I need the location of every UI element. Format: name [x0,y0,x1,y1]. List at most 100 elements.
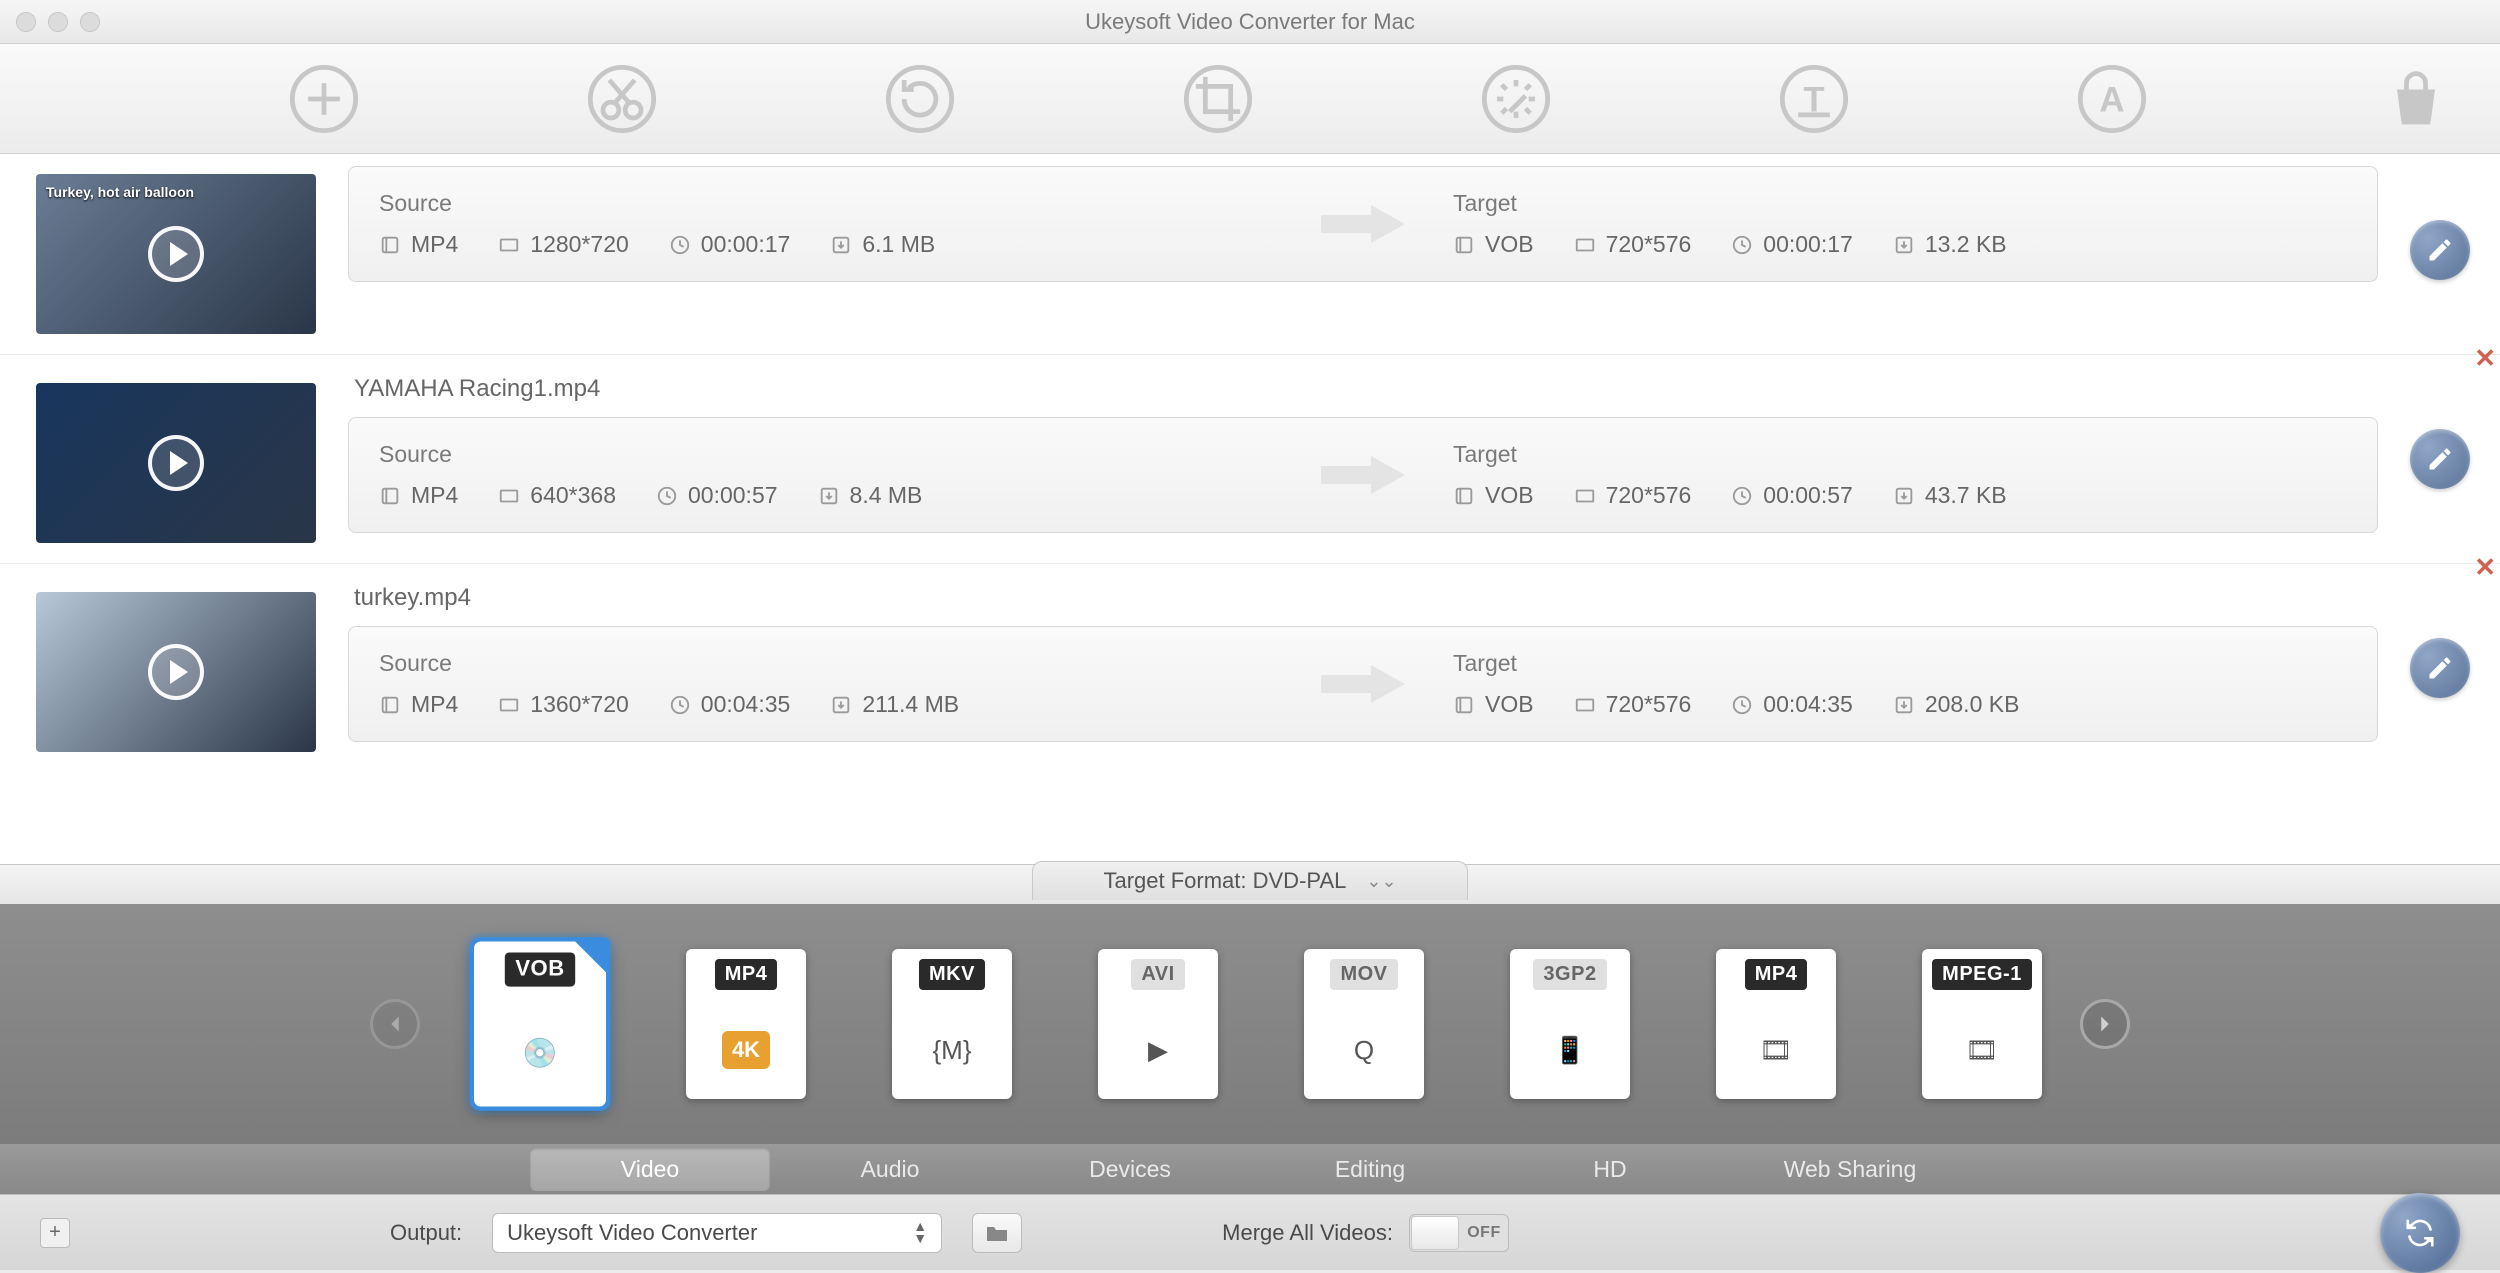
target-format-bar: Target Format: DVD-PAL ⌄⌄ [0,864,2500,904]
format-mkv[interactable]: MKV {M} [892,949,1012,1099]
category-web-sharing[interactable]: Web Sharing [1730,1148,1970,1191]
resolution-spec: 720*576 [1574,231,1692,258]
format-3gp2[interactable]: 3GP2 📱 [1510,949,1630,1099]
format-mp4[interactable]: MP4 4K [686,949,806,1099]
watermark-button[interactable]: T [1770,55,1858,143]
close-window-icon[interactable] [16,12,36,32]
format-spec: MP4 [379,231,458,258]
format-icon: ▶ [1123,1015,1193,1085]
category-hd[interactable]: HD [1490,1148,1730,1191]
video-thumbnail[interactable]: Turkey, hot air balloon [36,174,316,334]
file-row: Turkey, hot air balloon Source MP4 1280*… [0,154,2500,354]
conversion-panel: Source MP4 640*368 00:00:57 8.4 MB Targe… [348,417,2378,533]
trim-button[interactable] [578,55,666,143]
svg-text:A: A [2099,80,2124,119]
add-small-button[interactable]: + [40,1218,70,1248]
arrow-icon [1303,627,1423,741]
format-icon: {M} [917,1015,987,1085]
target-label: Target [1453,190,2347,217]
duration-spec: 00:00:57 [1731,482,1853,509]
folder-icon [985,1223,1009,1243]
zoom-window-icon[interactable] [80,12,100,32]
resolution-spec: 720*576 [1574,482,1692,509]
minimize-window-icon[interactable] [48,12,68,32]
file-row: ✕ turkey.mp4 Source MP4 1360*720 00:04:3… [0,563,2500,772]
play-icon [148,226,204,282]
formats-next-button[interactable] [2080,999,2130,1049]
format-spec: MP4 [379,482,458,509]
file-name: turkey.mp4 [348,584,2378,612]
merge-control: Merge All Videos: OFF [1222,1214,1509,1252]
source-panel: Source MP4 640*368 00:00:57 8.4 MB [349,418,1303,532]
size-spec: 208.0 KB [1893,691,2020,718]
format-spec: VOB [1453,231,1534,258]
format-badge: MKV [919,959,985,990]
resolution-spec: 1280*720 [498,231,629,258]
video-thumbnail[interactable] [36,592,316,752]
duration-spec: 00:00:57 [656,482,778,509]
rotate-button[interactable] [876,55,964,143]
output-folder-value: Ukeysoft Video Converter [507,1220,757,1246]
conversion-panel: Source MP4 1280*720 00:00:17 6.1 MB Targ… [348,166,2378,282]
add-file-button[interactable] [280,55,368,143]
target-panel: Target VOB 720*576 00:04:35 208.0 KB [1423,627,2377,741]
remove-row-button[interactable]: ✕ [2474,345,2496,371]
category-editing[interactable]: Editing [1250,1148,1490,1191]
category-devices[interactable]: Devices [1010,1148,1250,1191]
duration-spec: 00:04:35 [669,691,791,718]
select-arrows-icon: ▲▼ [913,1221,927,1243]
play-icon [148,644,204,700]
target-format-toggle[interactable]: Target Format: DVD-PAL ⌄⌄ [1032,861,1467,900]
format-icon: 💿 [502,1014,579,1091]
output-folder-select[interactable]: Ukeysoft Video Converter ▲▼ [492,1213,942,1253]
video-thumbnail[interactable] [36,383,316,543]
bottom-bar: + Output: Ukeysoft Video Converter ▲▼ Me… [0,1194,2500,1270]
convert-button[interactable] [2380,1193,2460,1273]
play-icon [148,435,204,491]
effect-button[interactable] [1472,55,1560,143]
format-icon: 4K [711,1015,781,1085]
size-spec: 43.7 KB [1893,482,2007,509]
format-icon: Q [1329,1015,1399,1085]
size-spec: 13.2 KB [1893,231,2007,258]
remove-row-button[interactable]: ✕ [2474,554,2496,580]
source-panel: Source MP4 1360*720 00:04:35 211.4 MB [349,627,1303,741]
shop-button[interactable] [2372,55,2460,143]
format-mov[interactable]: MOV Q [1304,949,1424,1099]
target-panel: Target VOB 720*576 00:00:17 13.2 KB [1423,167,2377,281]
format-badge: MPEG-1 [1932,959,2032,990]
duration-spec: 00:04:35 [1731,691,1853,718]
format-badge: MP4 [715,959,778,990]
formats-prev-button[interactable] [370,999,420,1049]
edit-row-button[interactable] [2410,638,2470,698]
format-mp4[interactable]: MP4 🎞 [1716,949,1836,1099]
edit-row-button[interactable] [2410,220,2470,280]
format-icon: 🎞 [1741,1015,1811,1085]
crop-button[interactable] [1174,55,1262,143]
subtitle-button[interactable]: A [2068,55,2156,143]
format-strip: VOB 💿MP4 4KMKV {M}AVI ▶MOV Q3GP2 📱MP4 🎞M… [0,904,2500,1144]
conversion-panel: Source MP4 1360*720 00:04:35 211.4 MB Ta… [348,626,2378,742]
format-badge: VOB [504,953,575,987]
resolution-spec: 640*368 [498,482,616,509]
target-format-label: Target Format: DVD-PAL [1103,868,1346,894]
format-mpeg-1[interactable]: MPEG-1 🎞 [1922,949,2042,1099]
arrow-icon [1303,418,1423,532]
resolution-spec: 720*576 [1574,691,1692,718]
format-badge: AVI [1131,959,1184,990]
traffic-lights [16,12,100,32]
format-vob[interactable]: VOB 💿 [474,942,606,1107]
open-folder-button[interactable] [972,1213,1022,1253]
edit-row-button[interactable] [2410,429,2470,489]
file-name: YAMAHA Racing1.mp4 [348,375,2378,403]
source-label: Source [379,190,1273,217]
format-avi[interactable]: AVI ▶ [1098,949,1218,1099]
duration-spec: 00:00:17 [669,231,791,258]
resolution-spec: 1360*720 [498,691,629,718]
category-audio[interactable]: Audio [770,1148,1010,1191]
source-panel: Source MP4 1280*720 00:00:17 6.1 MB [349,167,1303,281]
arrow-icon [1303,167,1423,281]
duration-spec: 00:00:17 [1731,231,1853,258]
category-video[interactable]: Video [530,1148,770,1191]
merge-toggle[interactable]: OFF [1409,1214,1509,1252]
